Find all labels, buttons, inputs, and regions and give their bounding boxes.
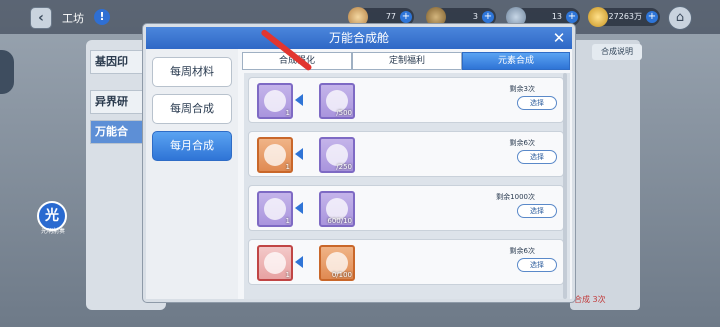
- resource-value: 13: [551, 12, 562, 21]
- resource-value: 3: [472, 12, 478, 21]
- resource-gold: 27263万 +: [588, 7, 660, 27]
- add-token-button[interactable]: +: [482, 11, 494, 23]
- tab-monthly-synthesis[interactable]: 每月合成: [152, 131, 232, 161]
- remaining-count: 剩余3次: [509, 85, 535, 93]
- remaining-count: 剩余6次: [509, 247, 535, 255]
- info-icon[interactable]: !: [94, 9, 110, 25]
- page-title: 工坊: [62, 12, 84, 25]
- tab-weekly-synthesis[interactable]: 每周合成: [152, 94, 232, 124]
- dialog-title: 万能合成舱: [328, 31, 389, 45]
- dialog-header: 万能合成舱 ✕: [146, 27, 572, 49]
- crystal-icon[interactable]: 600/10: [319, 191, 355, 227]
- bg-tab-otherworld[interactable]: 异界研: [90, 90, 150, 114]
- universal-synthesis-dialog: 万能合成舱 ✕ 每周材料 每周合成 每月合成 合成强化 定制福利 元素合成 1 …: [143, 24, 575, 302]
- arrow-left-icon: [295, 94, 303, 106]
- close-icon[interactable]: ✕: [550, 29, 568, 47]
- add-feather-button[interactable]: +: [400, 11, 412, 23]
- crystal-icon[interactable]: /500: [319, 83, 355, 119]
- list-item: 1 600/10 剩余1000次 选择: [248, 185, 564, 231]
- resource-value: 27263万: [608, 12, 642, 21]
- arrow-left-icon: [295, 148, 303, 160]
- fish-icon[interactable]: 1: [257, 191, 293, 227]
- select-button[interactable]: 选择: [517, 204, 557, 218]
- select-button[interactable]: 选择: [517, 96, 557, 110]
- bg-tab-gene[interactable]: 基因印: [90, 50, 150, 74]
- tab-element-synthesis[interactable]: 元素合成: [462, 52, 570, 70]
- arrow-left-icon: [295, 256, 303, 268]
- list-item: 1 0/100 剩余6次 选择: [248, 239, 564, 285]
- ring-icon[interactable]: 1: [257, 83, 293, 119]
- background-right-panel: [570, 40, 640, 310]
- add-medal-button[interactable]: +: [566, 11, 578, 23]
- left-tab-column: 每周材料 每周合成 每月合成: [146, 49, 238, 299]
- home-icon[interactable]: ⌂: [668, 6, 692, 30]
- select-button[interactable]: 选择: [517, 258, 557, 272]
- resource-value: 77: [385, 12, 396, 21]
- bg-tab-universal[interactable]: 万能合: [90, 120, 150, 144]
- synthesis-list: 1 /500 剩余3次 选择 1 /250 剩余6次 选择 1 600/10 剩…: [244, 73, 570, 299]
- gem-icon[interactable]: 0/100: [319, 245, 355, 281]
- list-item: 1 /250 剩余6次 选择: [248, 131, 564, 177]
- add-gold-button[interactable]: +: [646, 11, 658, 23]
- side-expand-handle[interactable]: [0, 50, 14, 94]
- tab-custom-benefits[interactable]: 定制福利: [352, 52, 462, 70]
- tab-weekly-materials[interactable]: 每周材料: [152, 57, 232, 87]
- synthesis-help-button[interactable]: 合成说明: [592, 44, 642, 60]
- gold-coin-icon: [588, 7, 608, 27]
- crystal-shard-icon[interactable]: 1: [257, 245, 293, 281]
- arrow-left-icon: [295, 202, 303, 214]
- bottle-icon[interactable]: 1: [257, 137, 293, 173]
- remaining-count: 剩余6次: [509, 139, 535, 147]
- select-button[interactable]: 选择: [517, 150, 557, 164]
- back-arrow-icon[interactable]: ‹: [30, 7, 52, 29]
- crystal-icon[interactable]: /250: [319, 137, 355, 173]
- list-item: 1 /500 剩余3次 选择: [248, 77, 564, 123]
- light-event-caption: 光明前奏: [40, 228, 65, 235]
- list-scrollbar[interactable]: [563, 73, 567, 299]
- remaining-count: 剩余1000次: [496, 193, 535, 201]
